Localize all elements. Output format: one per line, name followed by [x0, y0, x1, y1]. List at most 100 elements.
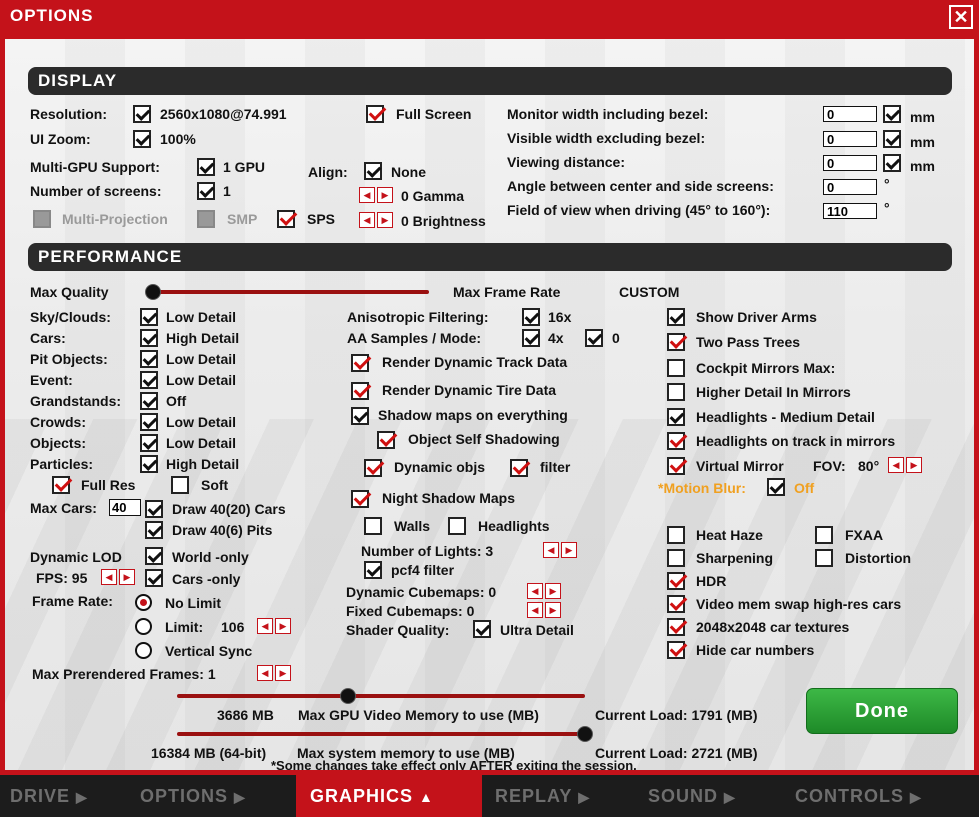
arrow-right-icon[interactable]: ▶ [906, 457, 922, 473]
detail-row-dropdown[interactable] [140, 413, 158, 431]
dyn-cubemaps-stepper[interactable]: ◀ ▶ [527, 583, 563, 599]
arrow-left-icon[interactable]: ◀ [543, 542, 559, 558]
angle-input[interactable]: 0 [823, 179, 877, 195]
render-tire-checkbox[interactable] [351, 382, 369, 400]
arrow-right-icon[interactable]: ▶ [377, 187, 393, 203]
visible-width-input[interactable]: 0 [823, 131, 877, 147]
arrow-left-icon[interactable]: ◀ [257, 665, 273, 681]
detail-row-dropdown[interactable] [140, 455, 158, 473]
render-track-checkbox[interactable] [351, 354, 369, 372]
tab-options[interactable]: OPTIONS ▶ [140, 775, 246, 817]
headlights-checkbox[interactable] [448, 517, 466, 535]
fov-mirror-stepper[interactable]: ◀ ▶ [888, 457, 924, 473]
draw-pits-dropdown[interactable] [145, 521, 163, 539]
self-shadow-checkbox[interactable] [377, 431, 395, 449]
distortion-checkbox[interactable] [815, 549, 833, 567]
tab-drive[interactable]: DRIVE ▶ [10, 775, 88, 817]
tab-sound[interactable]: SOUND ▶ [648, 775, 736, 817]
shadow-maps-checkbox[interactable] [351, 407, 369, 425]
walls-checkbox[interactable] [364, 517, 382, 535]
night-shadow-checkbox[interactable] [351, 490, 369, 508]
arrow-left-icon[interactable]: ◀ [527, 583, 543, 599]
fxaa-checkbox[interactable] [815, 526, 833, 544]
shader-dropdown[interactable] [473, 620, 491, 638]
vsync-radio[interactable] [135, 642, 152, 659]
quality-slider-knob[interactable] [145, 284, 161, 300]
video-swap-checkbox[interactable] [667, 595, 685, 613]
fov-input[interactable]: 110 [823, 203, 877, 219]
arrow-right-icon[interactable]: ▶ [275, 665, 291, 681]
fullscreen-checkbox[interactable] [366, 105, 384, 123]
arrow-right-icon[interactable]: ▶ [561, 542, 577, 558]
virtual-mirror-checkbox[interactable] [667, 457, 685, 475]
cockpit-mirrors-checkbox[interactable] [667, 359, 685, 377]
done-button[interactable]: Done [806, 688, 958, 734]
motion-blur-dropdown[interactable] [767, 478, 785, 496]
monitor-width-input[interactable]: 0 [823, 106, 877, 122]
arrow-left-icon[interactable]: ◀ [257, 618, 273, 634]
heat-haze-checkbox[interactable] [667, 526, 685, 544]
screens-dropdown[interactable] [197, 182, 215, 200]
soft-checkbox[interactable] [171, 476, 189, 494]
viewing-distance-input[interactable]: 0 [823, 155, 877, 171]
arrow-left-icon[interactable]: ◀ [359, 187, 375, 203]
full-res-checkbox[interactable] [52, 476, 70, 494]
sps-checkbox[interactable] [277, 210, 295, 228]
arrow-right-icon[interactable]: ▶ [275, 618, 291, 634]
brightness-stepper[interactable]: ◀ ▶ [359, 212, 395, 228]
cars-only-checkbox[interactable] [145, 569, 163, 587]
arrow-right-icon[interactable]: ▶ [119, 569, 135, 585]
smp-checkbox[interactable] [197, 210, 215, 228]
draw-cars-dropdown[interactable] [145, 500, 163, 518]
arrow-left-icon[interactable]: ◀ [101, 569, 117, 585]
fps-stepper[interactable]: ◀ ▶ [101, 569, 137, 585]
two-pass-checkbox[interactable] [667, 333, 685, 351]
num-lights-stepper[interactable]: ◀ ▶ [543, 542, 579, 558]
multigpu-dropdown[interactable] [197, 158, 215, 176]
close-button[interactable]: ✕ [949, 5, 973, 29]
show-arms-checkbox[interactable] [667, 308, 685, 326]
limit-stepper[interactable]: ◀ ▶ [257, 618, 293, 634]
filter-checkbox[interactable] [510, 459, 528, 477]
detail-row-dropdown[interactable] [140, 371, 158, 389]
prerendered-stepper[interactable]: ◀ ▶ [257, 665, 293, 681]
system-memory-slider-knob[interactable] [577, 726, 593, 742]
tab-graphics[interactable]: GRAPHICS ▲ [296, 775, 482, 817]
detail-row-dropdown[interactable] [140, 434, 158, 452]
headlights-track-checkbox[interactable] [667, 432, 685, 450]
max-cars-input[interactable]: 40 [109, 499, 141, 516]
hdr-checkbox[interactable] [667, 572, 685, 590]
sharpening-checkbox[interactable] [667, 549, 685, 567]
no-limit-radio[interactable] [135, 594, 152, 611]
aa-samples-dropdown[interactable] [522, 329, 540, 347]
arrow-left-icon[interactable]: ◀ [888, 457, 904, 473]
ui-zoom-dropdown[interactable] [133, 130, 151, 148]
monitor-width-unit-dropdown[interactable] [883, 105, 901, 123]
limit-radio[interactable] [135, 618, 152, 635]
aniso-dropdown[interactable] [522, 308, 540, 326]
hide-numbers-checkbox[interactable] [667, 641, 685, 659]
gamma-stepper[interactable]: ◀ ▶ [359, 187, 395, 203]
arrow-left-icon[interactable]: ◀ [527, 602, 543, 618]
multi-projection-checkbox[interactable] [33, 210, 51, 228]
system-memory-slider-track[interactable] [177, 732, 585, 736]
arrow-right-icon[interactable]: ▶ [545, 583, 561, 599]
detail-row-dropdown[interactable] [140, 329, 158, 347]
pcf4-checkbox[interactable] [364, 561, 382, 579]
detail-row-dropdown[interactable] [140, 308, 158, 326]
aa-mode-dropdown[interactable] [585, 329, 603, 347]
visible-width-unit-dropdown[interactable] [883, 130, 901, 148]
fixed-cubemaps-stepper[interactable]: ◀ ▶ [527, 602, 563, 618]
detail-row-dropdown[interactable] [140, 392, 158, 410]
viewing-distance-unit-dropdown[interactable] [883, 154, 901, 172]
world-only-checkbox[interactable] [145, 547, 163, 565]
tab-replay[interactable]: REPLAY ▶ [495, 775, 590, 817]
arrow-right-icon[interactable]: ▶ [377, 212, 393, 228]
tab-controls[interactable]: CONTROLS ▶ [795, 775, 922, 817]
detail-row-dropdown[interactable] [140, 350, 158, 368]
dynamic-objs-checkbox[interactable] [364, 459, 382, 477]
arrow-right-icon[interactable]: ▶ [545, 602, 561, 618]
higher-detail-mirrors-checkbox[interactable] [667, 383, 685, 401]
gpu-memory-slider-track[interactable] [177, 694, 585, 698]
resolution-dropdown[interactable] [133, 105, 151, 123]
